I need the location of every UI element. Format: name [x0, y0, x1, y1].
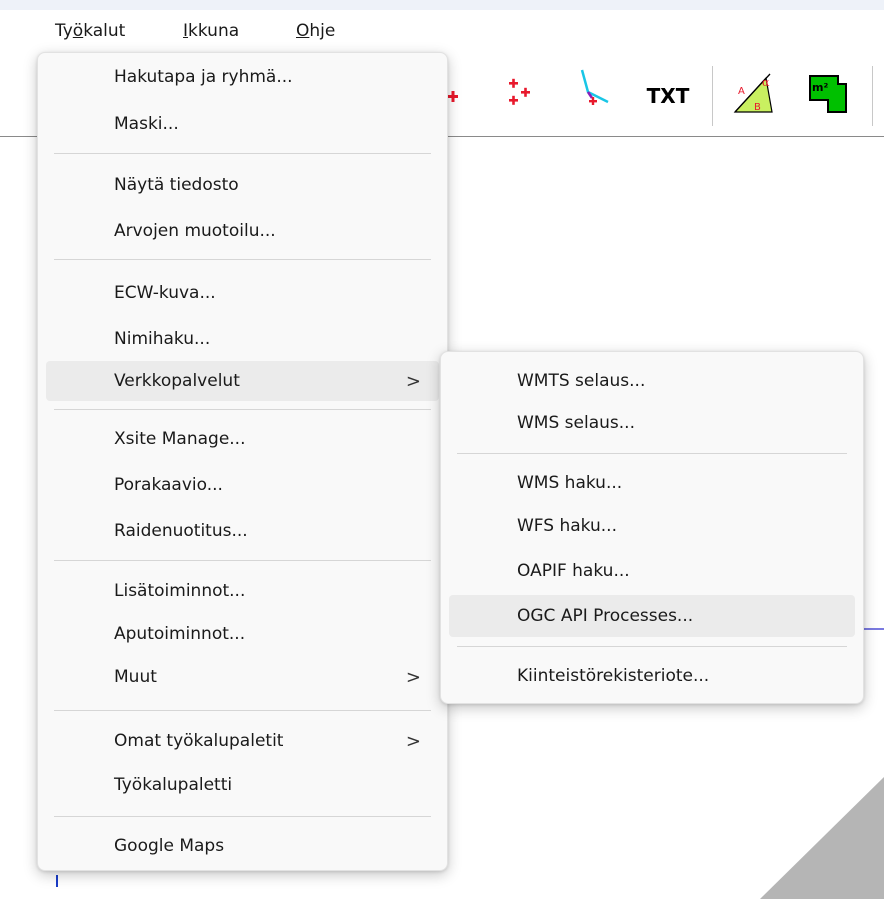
top-strip — [0, 0, 884, 10]
angle-measure-icon[interactable]: A B α — [730, 68, 776, 118]
submenu-item-label: OAPIF haku... — [517, 561, 630, 581]
menu-ohje-text: hje — [309, 21, 336, 41]
menu-tyokalut-text-2: kalut — [83, 21, 126, 41]
submenu-item-wms-selaus[interactable]: WMS selaus... — [449, 405, 855, 441]
polyline-icon[interactable] — [574, 66, 618, 116]
menu-item-nayta-tiedosto[interactable]: Näytä tiedosto — [46, 167, 439, 203]
menu-ikkuna[interactable]: Ikkuna — [183, 21, 239, 41]
text-tool-icon[interactable]: TXT — [640, 76, 696, 116]
menu-item-label: Aputoiminnot... — [114, 624, 246, 644]
menu-item-xsite-manage[interactable]: Xsite Manage... — [46, 421, 439, 457]
submenu-item-label: WMS selaus... — [517, 413, 635, 433]
red-plus-icon[interactable] — [446, 76, 466, 116]
submenu-item-ogc-api-processes[interactable]: OGC API Processes... — [449, 595, 855, 637]
menu-item-label: Xsite Manage... — [114, 429, 246, 449]
submenu-arrow-icon: > — [405, 730, 421, 752]
menu-separator — [54, 560, 431, 561]
menu-item-label: Verkkopalvelut — [114, 371, 240, 391]
menu-item-tyokalupaletti[interactable]: Työkalupaletti — [46, 767, 439, 803]
toolbar-separator-right — [872, 66, 873, 126]
svg-text:A: A — [738, 86, 745, 97]
menu-item-label: Muut — [114, 667, 157, 687]
menu-item-aputoiminnot[interactable]: Aputoiminnot... — [46, 616, 439, 652]
menu-item-label: Arvojen muotoilu... — [114, 221, 276, 241]
submenu-separator — [457, 646, 847, 647]
menu-separator — [54, 710, 431, 711]
toolbar-separator — [712, 66, 713, 126]
menu-item-arvojen-muotoilu[interactable]: Arvojen muotoilu... — [46, 213, 439, 249]
submenu-item-kiinteistorekisteriote[interactable]: Kiinteistörekisteriote... — [449, 658, 855, 694]
menu-item-label: Porakaavio... — [114, 475, 223, 495]
menu-item-label: Nimihaku... — [114, 329, 211, 349]
menu-ohje[interactable]: Ohje — [296, 21, 335, 41]
submenu-item-label: Kiinteistörekisteriote... — [517, 666, 710, 686]
menu-item-label: Maski... — [114, 114, 179, 134]
menu-item-muut[interactable]: Muut > — [46, 659, 439, 695]
submenu-item-label: WMTS selaus... — [517, 371, 646, 391]
menu-item-verkkopalvelut[interactable]: Verkkopalvelut > — [46, 361, 439, 401]
area-measure-label: m² — [812, 81, 828, 94]
submenu-arrow-icon: > — [405, 666, 421, 688]
menu-bar: Työkalut Ikkuna Ohje — [0, 10, 884, 46]
menu-item-google-maps[interactable]: Google Maps — [46, 828, 439, 864]
menu-item-ecw-kuva[interactable]: ECW-kuva... — [46, 275, 439, 311]
menu-item-porakaavio[interactable]: Porakaavio... — [46, 467, 439, 503]
menu-item-label: Näytä tiedosto — [114, 175, 239, 195]
canvas-gray-shape — [760, 777, 884, 899]
submenu-item-label: OGC API Processes... — [517, 606, 694, 626]
menu-item-lisatoiminnot[interactable]: Lisätoiminnot... — [46, 573, 439, 609]
menu-item-label: Työkalupaletti — [114, 775, 233, 795]
submenu-separator — [457, 453, 847, 454]
submenu-item-wmts-selaus[interactable]: WMTS selaus... — [449, 363, 855, 399]
svg-text:α: α — [762, 76, 770, 89]
menu-item-label: ECW-kuva... — [114, 283, 216, 303]
menu-tyokalut[interactable]: Työkalut — [55, 21, 125, 41]
menu-separator — [54, 816, 431, 817]
submenu-item-label: WFS haku... — [517, 516, 617, 536]
menu-item-omat-tyokalupaletit[interactable]: Omat työkalupaletit > — [46, 723, 439, 759]
menu-item-label: Google Maps — [114, 836, 225, 856]
svg-text:B: B — [754, 102, 761, 113]
submenu-item-wms-haku[interactable]: WMS haku... — [449, 465, 855, 501]
menu-item-label: Omat työkalupaletit — [114, 731, 284, 751]
submenu-item-wfs-haku[interactable]: WFS haku... — [449, 508, 855, 544]
menu-tyokalut-text-1: Ty — [55, 21, 73, 41]
submenu-item-oapif-haku[interactable]: OAPIF haku... — [449, 553, 855, 589]
submenu-arrow-icon: > — [405, 370, 421, 392]
menu-item-label: Hakutapa ja ryhmä... — [114, 67, 293, 87]
menu-tyokalut-mnemonic: ö — [72, 21, 84, 41]
menu-separator — [54, 259, 431, 260]
menu-ohje-mnemonic: O — [296, 21, 310, 41]
menu-item-hakutapa[interactable]: Hakutapa ja ryhmä... — [46, 59, 439, 95]
menu-separator — [54, 153, 431, 154]
canvas-line-mark — [56, 875, 58, 887]
menu-ikkuna-text: kkuna — [188, 21, 240, 41]
text-tool-label: TXT — [646, 84, 690, 108]
area-measure-icon[interactable]: m² — [802, 70, 852, 118]
menu-item-label: Raidenuotitus... — [114, 521, 248, 541]
menu-item-maski[interactable]: Maski... — [46, 106, 439, 142]
canvas-line-segment — [862, 628, 884, 630]
menu-item-raidenuotitus[interactable]: Raidenuotitus... — [46, 513, 439, 549]
submenu-item-label: WMS haku... — [517, 473, 623, 493]
menu-item-label: Lisätoiminnot... — [114, 581, 246, 601]
tyokalut-dropdown-menu: Hakutapa ja ryhmä... Maski... Näytä tied… — [37, 52, 448, 871]
verkkopalvelut-submenu: WMTS selaus... WMS selaus... WMS haku...… — [440, 351, 864, 704]
menu-separator — [54, 409, 431, 410]
multi-plus-icon[interactable] — [500, 72, 540, 116]
menu-item-nimihaku[interactable]: Nimihaku... — [46, 321, 439, 357]
